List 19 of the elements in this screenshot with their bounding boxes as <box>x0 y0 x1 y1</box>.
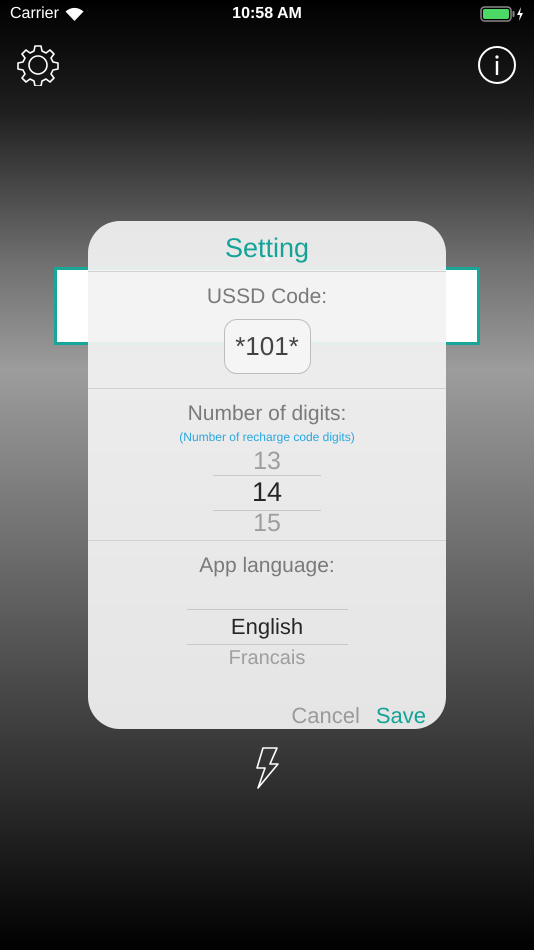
language-label: App language: <box>199 553 335 580</box>
ussd-code-label: USSD Code: <box>206 284 328 310</box>
flash-icon[interactable] <box>254 747 280 789</box>
wifi-icon <box>64 7 84 21</box>
status-time: 10:58 AM <box>232 5 302 23</box>
digits-hint: (Number of recharge code digits) <box>179 428 355 445</box>
carrier-name: Carrier <box>10 5 59 23</box>
picker-option[interactable]: 13 <box>213 448 321 475</box>
save-button[interactable]: Save <box>376 703 426 729</box>
ussd-code-field[interactable]: *101* <box>224 318 310 374</box>
picker-option[interactable]: 15 <box>213 510 321 537</box>
dialog-title: Setting <box>224 232 310 264</box>
settings-icon[interactable] <box>17 44 59 86</box>
digits-label: Number of digits: <box>188 400 346 427</box>
language-option[interactable]: English <box>186 609 348 646</box>
picker-option[interactable]: 14 <box>213 474 321 511</box>
cancel-button[interactable]: Cancel <box>291 703 360 729</box>
info-icon[interactable] <box>477 45 517 85</box>
language-option[interactable]: Francais <box>186 645 348 672</box>
